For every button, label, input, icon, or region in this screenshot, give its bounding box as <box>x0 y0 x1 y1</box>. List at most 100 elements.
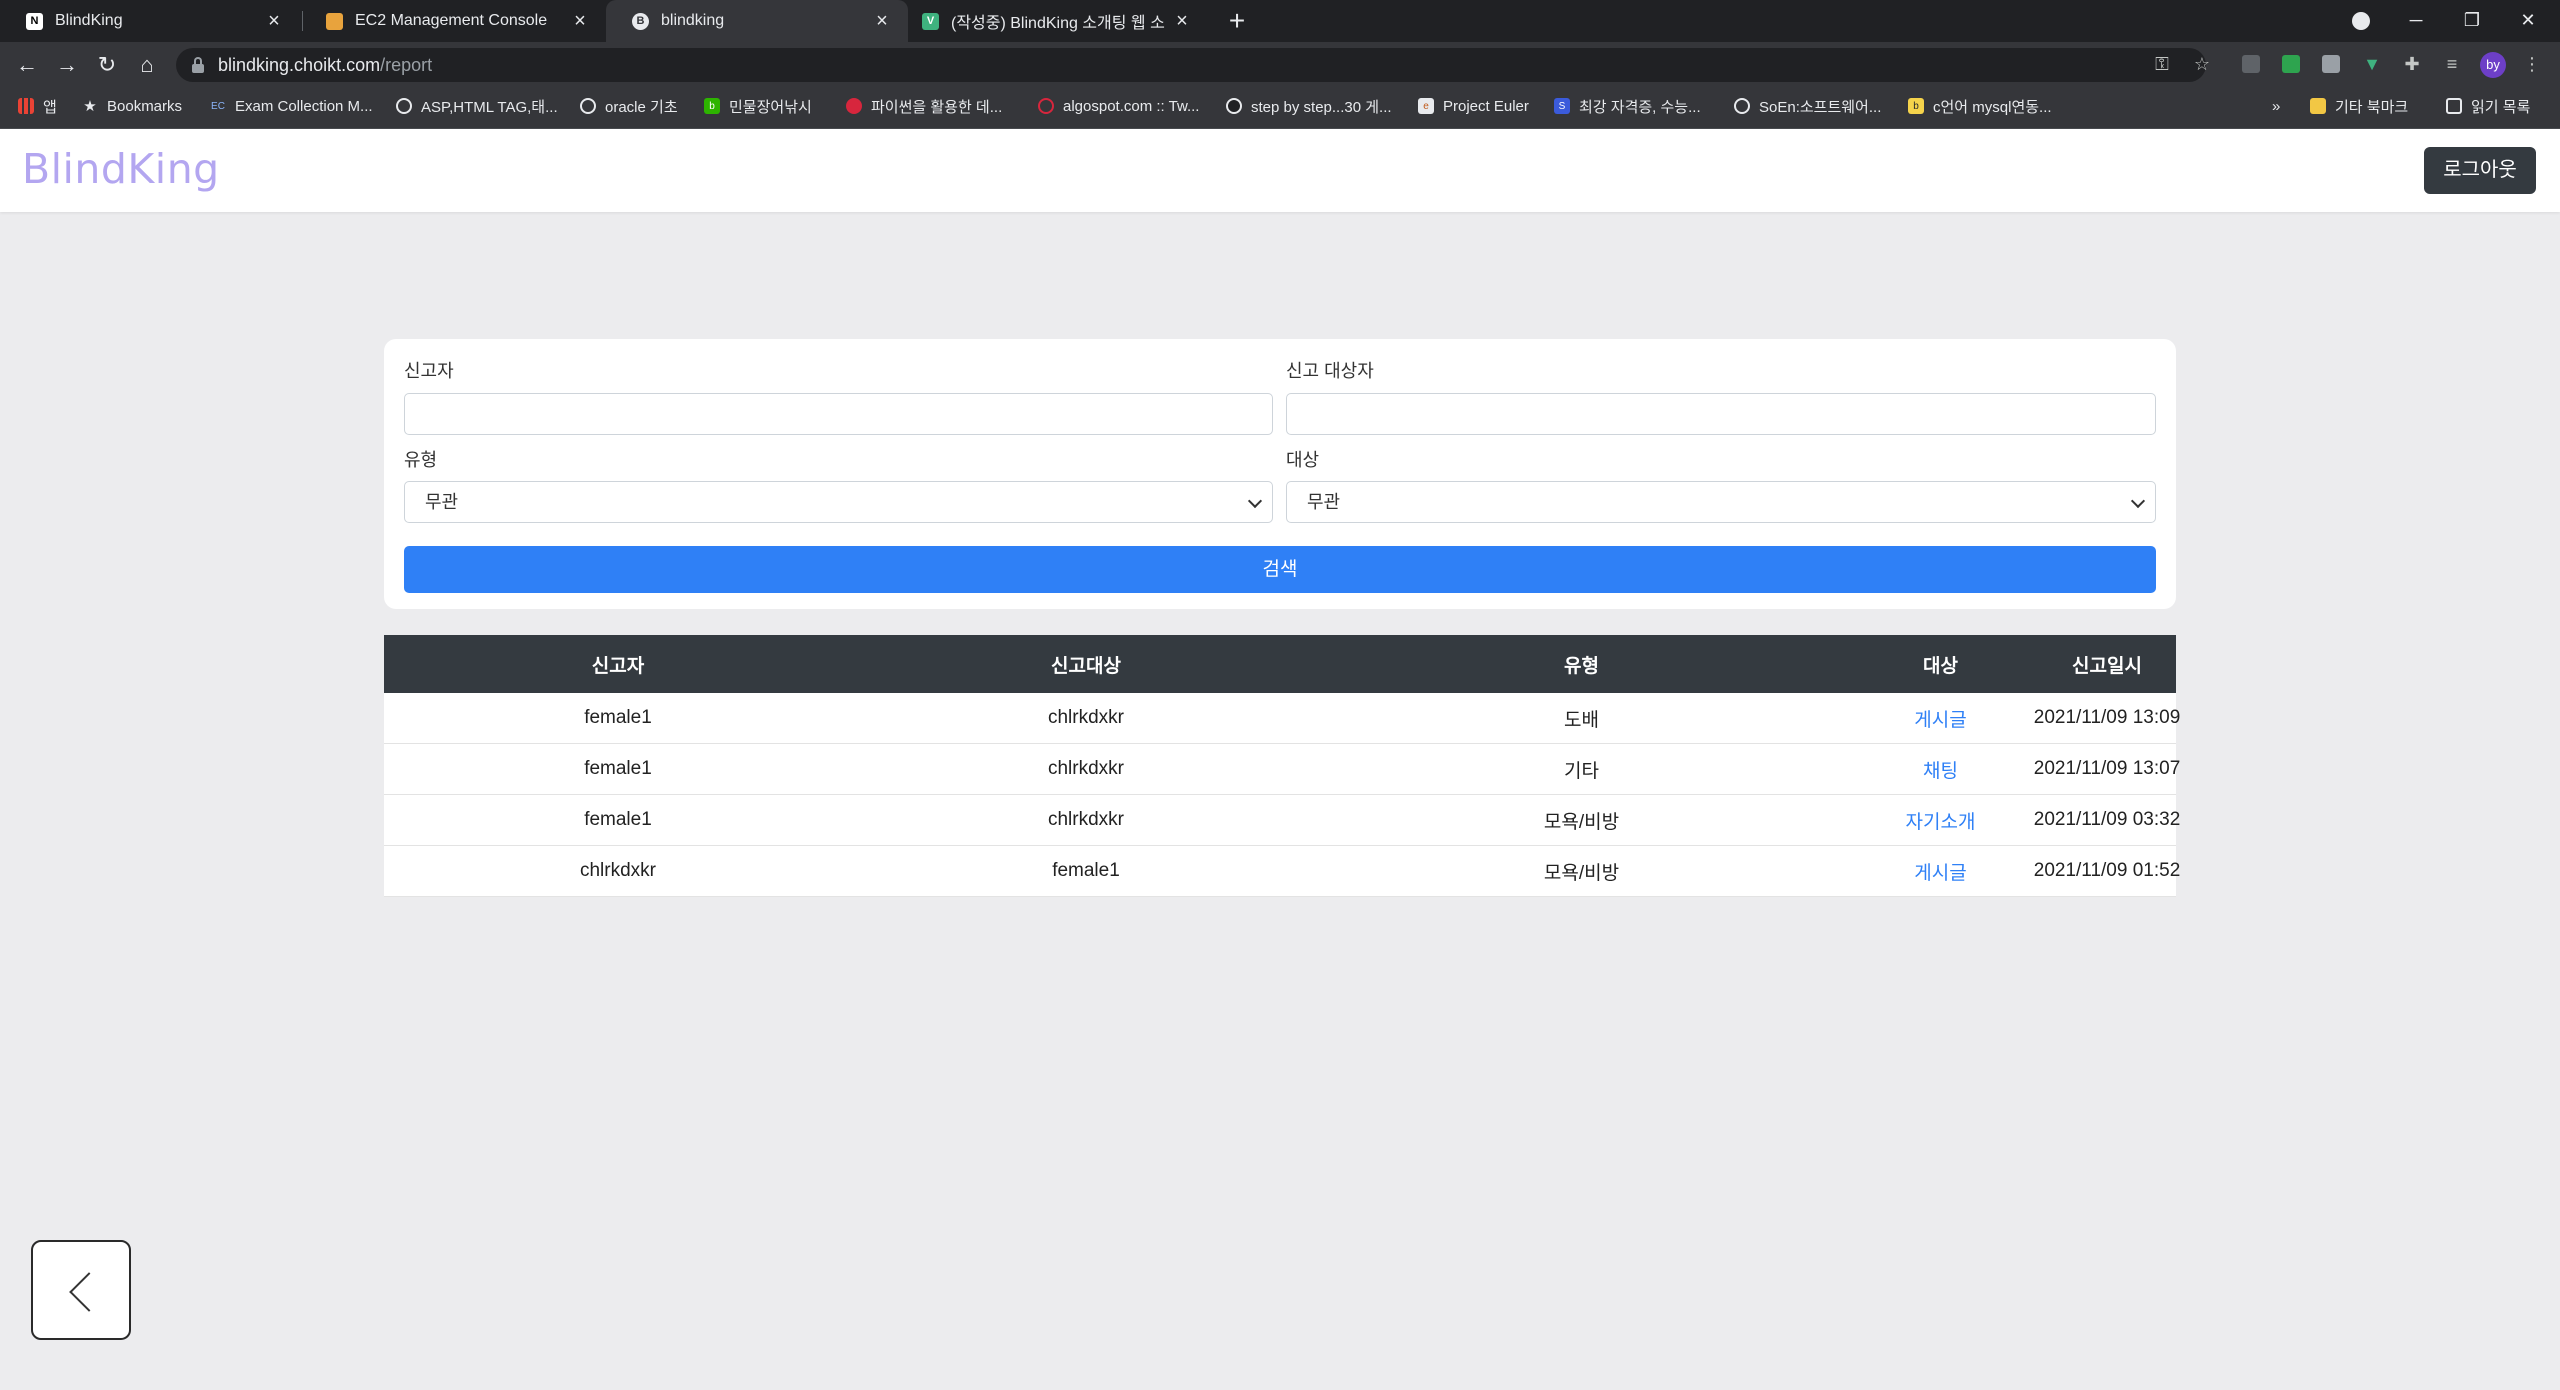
reading-list[interactable]: 읽기 목록 <box>2446 94 2530 118</box>
globe-icon <box>580 98 596 114</box>
close-window-button[interactable]: ✕ <box>2500 0 2556 42</box>
tab-title: (작성중) BlindKing 소개팅 웹 소 <box>951 15 1165 32</box>
browser-tab[interactable]: N BlindKing × <box>0 0 300 42</box>
reporter-label: 신고자 <box>404 361 454 381</box>
bookmark-item[interactable]: ASP,HTML TAG,태... <box>396 94 558 118</box>
bookmark-label: Bookmarks <box>107 97 183 115</box>
search-button[interactable]: 검색 <box>404 546 2156 593</box>
extension-icon[interactable] <box>2242 55 2260 73</box>
reload-icon[interactable]: ↻ <box>90 48 124 82</box>
new-tab-button[interactable]: + <box>1220 4 1254 38</box>
column-header: 신고대상 <box>1051 655 1121 677</box>
extension-icon[interactable] <box>2322 55 2340 73</box>
home-icon[interactable]: ⌂ <box>130 48 164 82</box>
target-link[interactable]: 게시글 <box>1843 846 2038 896</box>
bookmark-item[interactable]: ★ Bookmarks <box>82 94 182 118</box>
logout-button[interactable]: 로그아웃 <box>2424 147 2536 194</box>
minimize-button[interactable]: ─ <box>2388 0 2444 42</box>
profile-avatar[interactable]: by <box>2480 52 2506 78</box>
chevron-down-icon <box>1247 493 1263 509</box>
bookmark-label: 기타 북마크 <box>2335 98 2409 116</box>
reported-cell: chlrkdxkr <box>1047 758 1124 779</box>
profile-menu-icon[interactable] <box>2352 12 2370 30</box>
forward-icon[interactable]: → <box>50 48 84 82</box>
back-icon[interactable]: ← <box>10 48 44 82</box>
bookmark-item[interactable]: oracle 기초 <box>580 94 678 118</box>
bookmark-item[interactable]: S 최강 자격증, 수능... <box>1554 94 1701 118</box>
folder-icon <box>2310 98 2326 114</box>
type-cell: 모욕/비방 <box>1543 811 1620 833</box>
bookmark-label: 최강 자격증, 수능... <box>1579 98 1701 116</box>
star-icon[interactable]: ☆ <box>2190 52 2214 76</box>
close-tab-icon[interactable]: × <box>1170 10 1194 33</box>
target-link[interactable]: 채팅 <box>1843 744 2038 794</box>
target-user-label: 신고 대상자 <box>1286 361 1374 381</box>
bookmark-item[interactable]: 파이썬을 활용한 데... <box>846 94 1002 118</box>
puzzle-icon[interactable]: ✚ <box>2400 52 2424 76</box>
back-button[interactable] <box>31 1240 131 1340</box>
vue-devtools-icon[interactable]: ▼ <box>2360 52 2384 76</box>
restore-button[interactable]: ❐ <box>2444 0 2500 42</box>
target-user-input[interactable] <box>1286 393 2156 435</box>
address-bar[interactable] <box>176 48 2206 82</box>
aws-box-icon <box>326 12 343 30</box>
browser-tab[interactable]: V (작성중) BlindKing 소개팅 웹 소 × <box>908 0 1208 42</box>
target-select[interactable]: 무관 <box>1286 481 2156 523</box>
media-control-icon[interactable]: ≡ <box>2440 52 2464 76</box>
reporter-cell: female1 <box>584 809 652 830</box>
chevron-left-icon <box>69 1272 109 1312</box>
bookmark-label: c언어 mysql연동... <box>1933 98 2052 116</box>
app-header <box>0 129 2560 212</box>
target-label: 대상 <box>1286 450 1320 470</box>
date-cell: 2021/11/09 13:09 <box>2033 707 2181 728</box>
browser-tab-active[interactable]: B blindking × <box>606 0 908 42</box>
type-label: 유형 <box>404 450 438 470</box>
blindking-icon: B <box>632 12 649 30</box>
bookmark-label: Project Euler <box>1443 97 1529 115</box>
table-row: female1 chlrkdxkr 모욕/비방 자기소개 2021/11/09 … <box>384 795 2181 846</box>
bookmark-item[interactable]: algospot.com :: Tw... <box>1038 94 1199 118</box>
tab-title: EC2 Management Console <box>355 12 548 29</box>
type-cell: 도배 <box>1564 709 1599 731</box>
lock-icon[interactable] <box>192 57 204 73</box>
reporter-input[interactable] <box>404 393 1273 435</box>
bookmarks-overflow-button[interactable]: » <box>2272 94 2280 118</box>
browser-tab[interactable]: EC2 Management Console × <box>300 0 606 42</box>
bookmark-item[interactable]: step by step...30 게... <box>1226 94 1392 118</box>
target-link[interactable]: 자기소개 <box>1843 795 2038 845</box>
bookmark-label: ASP,HTML TAG,태... <box>421 98 558 116</box>
chevron-down-icon <box>2130 493 2146 509</box>
type-select[interactable]: 무관 <box>404 481 1273 523</box>
date-cell: 2021/11/09 03:32 <box>2033 809 2181 830</box>
bookmark-label: 민물장어낚시 <box>729 98 812 116</box>
bookmark-label: Exam Collection M... <box>235 97 373 115</box>
url-text[interactable]: blindking.choikt.com/report <box>218 55 432 76</box>
target-select-value: 무관 <box>1307 492 1341 512</box>
tab-title: BlindKing <box>55 12 123 29</box>
brand-logo[interactable]: BlindKing <box>22 145 220 193</box>
bookmark-item[interactable]: EC Exam Collection M... <box>210 94 373 118</box>
bookmark-item[interactable]: SoEn:소프트웨어... <box>1734 94 1881 118</box>
target-link[interactable]: 게시글 <box>1843 693 2038 743</box>
table-row: chlrkdxkr female1 모욕/비방 게시글 2021/11/09 0… <box>384 846 2180 897</box>
bookmark-label: oracle 기초 <box>605 98 678 116</box>
extension-icon[interactable] <box>2282 55 2300 73</box>
key-icon[interactable]: ⚿ <box>2150 52 2174 76</box>
bookmark-item[interactable]: b c언어 mysql연동... <box>1908 94 2052 118</box>
menu-icon[interactable]: ⋮ <box>2520 52 2544 76</box>
table-row: female1 chlrkdxkr 기타 채팅 2021/11/09 13:07 <box>384 744 2180 795</box>
type-cell: 모욕/비방 <box>1543 862 1620 884</box>
close-tab-icon[interactable]: × <box>870 10 894 33</box>
other-bookmarks[interactable]: 기타 북마크 <box>2310 94 2408 118</box>
close-tab-icon[interactable]: × <box>262 10 286 33</box>
bookmark-apps[interactable]: 앱 <box>18 94 57 118</box>
bookmark-item[interactable]: e Project Euler <box>1418 94 1529 118</box>
url-host: blindking.choikt.com <box>218 55 381 75</box>
column-header: 신고자 <box>591 655 645 677</box>
bookmark-label: algospot.com :: Tw... <box>1063 97 1200 115</box>
bookmark-label: 읽기 목록 <box>2471 98 2531 116</box>
apps-grid-icon <box>18 98 34 114</box>
close-tab-icon[interactable]: × <box>568 10 592 33</box>
bookmark-item[interactable]: b 민물장어낚시 <box>704 94 812 118</box>
algospot-icon <box>1038 98 1054 114</box>
